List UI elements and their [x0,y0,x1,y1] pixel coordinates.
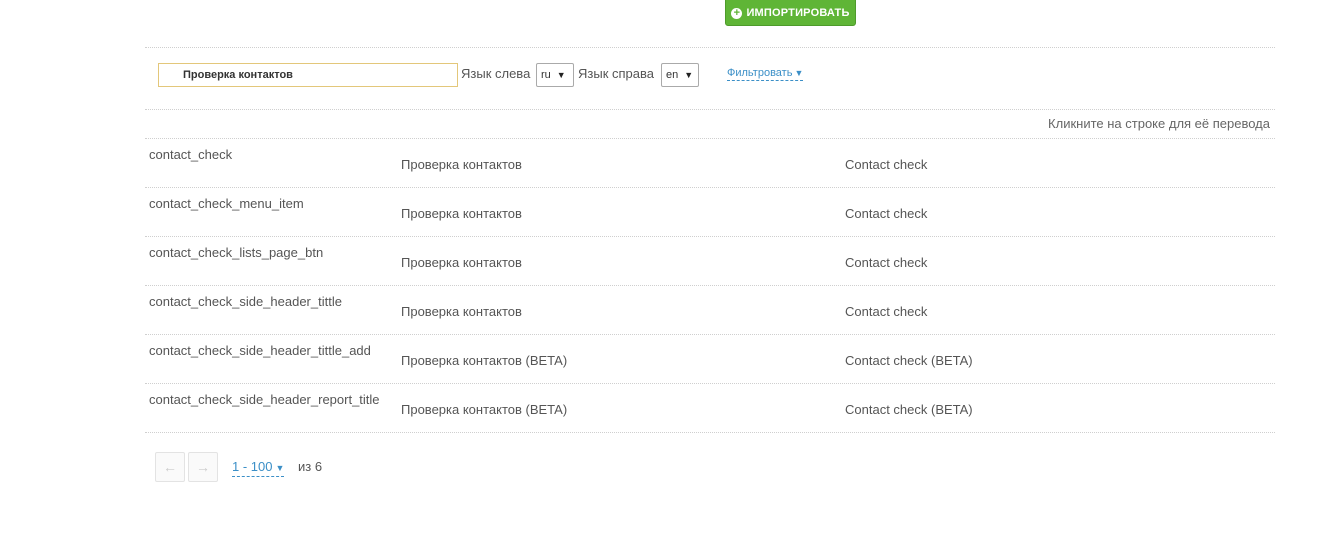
chevron-down-icon: ▼ [556,70,566,80]
plus-circle-icon: + [731,7,743,19]
divider [145,109,1275,110]
table-row[interactable]: contact_check_side_header_tittle Проверк… [145,286,1275,335]
filter-dropdown[interactable]: Фильтровать ▼ [727,67,804,81]
import-button-label: ИМПОРТИРОВАТЬ [746,7,850,19]
row-key: contact_check_menu_item [149,196,304,211]
page-range-label: 1 - 100 [232,459,273,474]
row-key: contact_check_side_header_tittle [149,294,342,309]
row-en-text: Contact check [845,304,928,319]
lang-right-label: Язык справа [578,66,654,81]
table-row[interactable]: contact_check_lists_page_btn Проверка ко… [145,237,1275,286]
lang-left-select[interactable]: ru ▼ [536,63,574,87]
chevron-down-icon: ▼ [684,70,694,80]
table-row[interactable]: contact_check_menu_item Проверка контакт… [145,188,1275,237]
lang-right-value: en [666,69,679,81]
next-page-button[interactable]: → [188,452,218,482]
row-en-text: Contact check [845,255,928,270]
row-ru-text: Проверка контактов [401,206,522,221]
lang-left-label: Язык слева [461,66,531,81]
row-divider [145,432,1275,433]
caret-down-icon: ▼ [794,68,804,78]
row-key: contact_check_side_header_tittle_add [149,343,371,358]
table-row[interactable]: contact_check Проверка контактов Contact… [145,139,1275,188]
row-ru-text: Проверка контактов [401,304,522,319]
row-ru-text: Проверка контактов [401,157,522,172]
prev-page-button[interactable]: ← [155,452,185,482]
row-key: contact_check_lists_page_btn [149,245,324,260]
row-ru-text: Проверка контактов (BETA) [401,402,568,417]
divider [145,47,1275,48]
row-en-text: Contact check (BETA) [845,402,973,417]
caret-down-icon: ▼ [275,463,285,473]
import-button[interactable]: + ИМПОРТИРОВАТЬ [725,0,856,26]
table-hint: Кликните на строке для её перевода [1048,116,1270,131]
table-row[interactable]: contact_check_side_header_report_title П… [145,384,1275,433]
row-key: contact_check_side_header_report_title [149,392,380,407]
arrow-right-icon: → [196,459,210,475]
search-input[interactable] [158,63,458,87]
row-en-text: Contact check [845,206,928,221]
total-count: из 6 [298,459,323,474]
row-ru-text: Проверка контактов (BETA) [401,353,568,368]
filter-label: Фильтровать [727,67,793,79]
lang-right-select[interactable]: en ▼ [661,63,699,87]
lang-left-value: ru [541,69,551,81]
row-en-text: Contact check [845,157,928,172]
row-ru-text: Проверка контактов [401,255,522,270]
arrow-left-icon: ← [163,459,177,475]
row-en-text: Contact check (BETA) [845,353,973,368]
page-range-dropdown[interactable]: 1 - 100 ▼ [232,459,285,477]
table-row[interactable]: contact_check_side_header_tittle_add Про… [145,335,1275,384]
row-key: contact_check [149,147,233,162]
